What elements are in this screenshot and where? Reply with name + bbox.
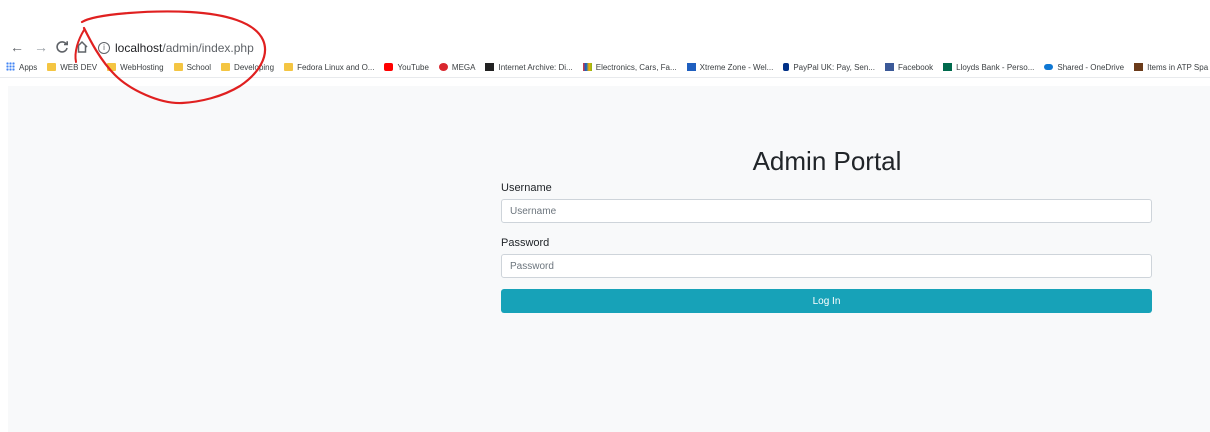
folder-icon bbox=[107, 62, 117, 71]
bookmark-label: School bbox=[186, 63, 212, 72]
bookmark-item[interactable]: WebHosting bbox=[107, 59, 164, 77]
info-icon[interactable]: i bbox=[98, 41, 110, 54]
bookmark-item[interactable]: WEB DEV bbox=[47, 59, 97, 77]
bookmark-label: Items in ATP Spa bbox=[1147, 63, 1209, 72]
url-path: /admin/index.php bbox=[162, 41, 254, 55]
bookmark-item[interactable]: Electronics, Cars, Fa... bbox=[582, 59, 677, 77]
onedrive-icon bbox=[1044, 63, 1054, 70]
bookmark-item[interactable]: YouTube bbox=[384, 59, 429, 77]
bookmark-label: Shared - OneDrive bbox=[1057, 63, 1125, 72]
bookmark-label: Developing bbox=[234, 63, 275, 72]
bookmark-item[interactable]: Lloyds Bank - Perso... bbox=[943, 59, 1034, 77]
folder-icon bbox=[284, 62, 294, 71]
mega-icon bbox=[438, 62, 448, 71]
password-label: Password bbox=[501, 237, 550, 249]
ebay-icon bbox=[582, 62, 592, 71]
apps-grid-icon bbox=[6, 62, 15, 72]
bookmark-item[interactable]: MEGA bbox=[438, 59, 476, 77]
youtube-icon bbox=[384, 62, 394, 71]
bookmark-item[interactable]: Shared - OneDrive bbox=[1044, 59, 1124, 77]
atp-icon bbox=[1134, 62, 1144, 71]
bookmark-label: YouTube bbox=[397, 63, 429, 72]
page-title: Admin Portal bbox=[752, 146, 902, 176]
back-arrow-icon[interactable]: ← bbox=[9, 39, 25, 55]
bookmark-label: MEGA bbox=[451, 63, 476, 72]
bookmark-label: Fedora Linux and O... bbox=[297, 63, 375, 72]
bookmark-label: Lloyds Bank - Perso... bbox=[956, 63, 1035, 72]
username-label: Username bbox=[501, 182, 552, 194]
bookmark-item[interactable]: School bbox=[173, 59, 212, 77]
bookmark-item[interactable]: Xtreme Zone - Wel... bbox=[686, 59, 774, 77]
address-bar[interactable]: i localhost/admin/index.php bbox=[98, 38, 1198, 58]
bookmark-label: Electronics, Cars, Fa... bbox=[595, 63, 677, 72]
forward-arrow-icon[interactable]: → bbox=[33, 39, 49, 55]
bookmark-label: WEB DEV bbox=[60, 63, 98, 72]
folder-icon bbox=[173, 62, 183, 71]
bookmark-label: Internet Archive: Di... bbox=[498, 63, 573, 72]
bookmark-item[interactable]: Fedora Linux and O... bbox=[284, 59, 374, 77]
bookmark-item[interactable]: Items in ATP Spa bbox=[1134, 59, 1208, 77]
internet-archive-icon bbox=[485, 62, 495, 71]
bookmark-item[interactable]: Developing bbox=[221, 59, 274, 77]
browser-window: ← → i localhost/admin/index.php Apps WEB D… bbox=[0, 0, 1210, 432]
xtreme-icon bbox=[686, 62, 696, 71]
browser-toolbar: ← → i localhost/admin/index.php bbox=[0, 37, 1210, 59]
username-input[interactable] bbox=[501, 199, 1152, 223]
bookmark-item[interactable]: Facebook bbox=[884, 59, 934, 77]
bookmark-label: Apps bbox=[19, 63, 38, 72]
bookmark-item[interactable]: Internet Archive: Di... bbox=[485, 59, 573, 77]
bookmark-label: WebHosting bbox=[120, 63, 164, 72]
lloyds-icon bbox=[943, 62, 953, 71]
bookmark-label: Xtreme Zone - Wel... bbox=[699, 63, 774, 72]
password-input[interactable] bbox=[501, 254, 1152, 278]
bookmark-item[interactable]: Apps bbox=[6, 59, 37, 77]
home-icon[interactable] bbox=[74, 39, 90, 55]
paypal-icon bbox=[783, 62, 790, 71]
facebook-icon bbox=[884, 62, 894, 71]
reload-icon[interactable] bbox=[54, 39, 70, 55]
folder-icon bbox=[221, 62, 231, 71]
bookmark-item[interactable]: PayPal UK: Pay, Sen... bbox=[783, 59, 875, 77]
bookmarks-bar: Apps WEB DEV WebHosting School Developing Fed… bbox=[0, 59, 1210, 78]
bookmark-label: PayPal UK: Pay, Sen... bbox=[793, 63, 875, 72]
folder-icon bbox=[47, 62, 57, 71]
bookmark-label: Facebook bbox=[897, 63, 934, 72]
login-button[interactable]: Log In bbox=[501, 289, 1152, 313]
url-host: localhost bbox=[115, 41, 163, 55]
